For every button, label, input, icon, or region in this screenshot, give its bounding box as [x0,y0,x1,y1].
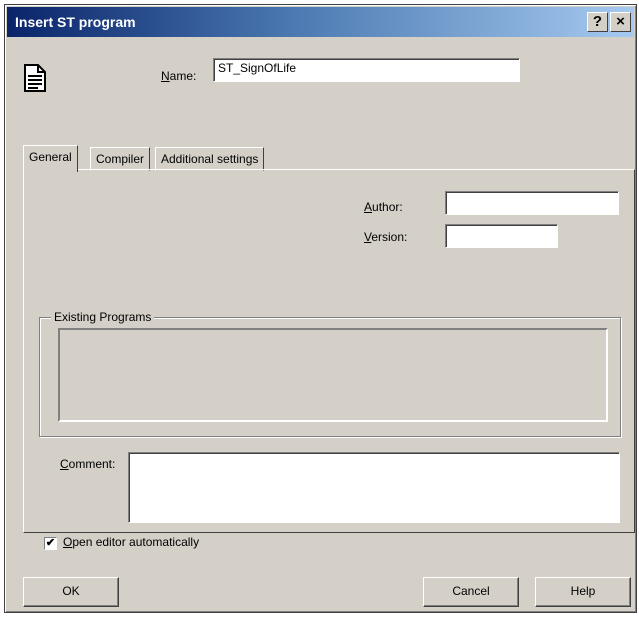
help-button[interactable]: Help [535,577,631,607]
existing-programs-title: Existing Programs [51,310,155,324]
cancel-button[interactable]: Cancel [423,577,519,607]
open-editor-checkbox[interactable]: ✔ [44,537,57,550]
window-title: Insert ST program [15,14,136,30]
comment-field[interactable] [128,452,620,523]
name-field[interactable]: ST_SignOfLife [213,58,520,82]
comment-label: Comment: [60,457,116,471]
open-editor-label[interactable]: Open editor automatically [63,535,199,549]
existing-programs-list[interactable] [58,328,608,422]
author-field[interactable] [445,191,619,215]
tab-additional-settings[interactable]: Additional settings [155,147,265,171]
tab-compiler[interactable]: Compiler [90,147,151,171]
help-icon[interactable]: ? [587,12,608,32]
insert-st-program-dialog: Insert ST program ? × Name: ST_SignOfLif… [4,4,637,613]
title-bar[interactable]: Insert ST program ? × [7,7,634,37]
version-label: Version: [364,230,408,244]
tab-additional-settings-label: Additional settings [161,152,259,166]
tab-general-label: General [29,150,72,164]
tab-general[interactable]: General [23,145,78,172]
version-field[interactable] [445,224,558,248]
tab-compiler-label: Compiler [96,152,145,166]
author-label: Author: [364,200,403,214]
name-label: Name: [161,69,197,83]
document-icon [24,64,46,92]
close-icon[interactable]: × [610,12,631,32]
ok-button[interactable]: OK [23,577,119,607]
